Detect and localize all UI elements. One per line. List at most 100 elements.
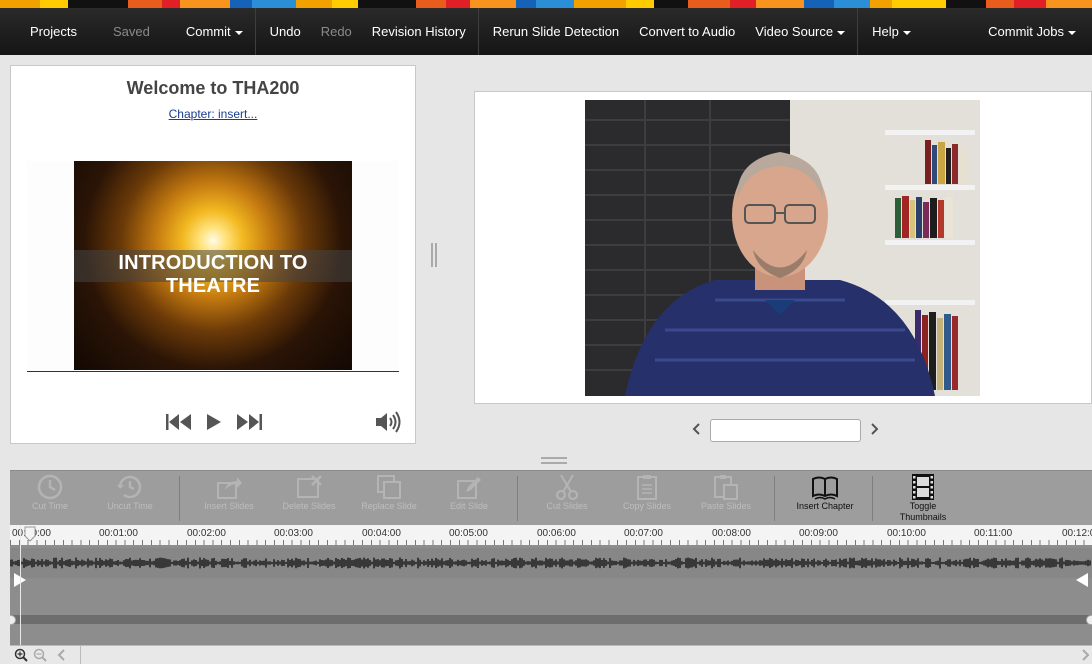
video-preview-panel <box>474 91 1092 404</box>
nav-redo[interactable]: Redo <box>311 8 362 55</box>
nav-video-source-menu[interactable]: Video Source <box>745 8 855 55</box>
nav-commit-menu[interactable]: Commit <box>176 8 253 55</box>
nav-help-menu[interactable]: Help <box>862 8 921 55</box>
stripe-segment <box>416 0 446 8</box>
paste-icon <box>712 473 740 501</box>
stripe-segment <box>834 0 870 8</box>
share-icon <box>215 473 243 501</box>
slide-viewport: INTRODUCTION TO THEATRE <box>27 161 399 372</box>
top-navbar: Projects Saved Commit Undo Redo Revision… <box>0 8 1092 55</box>
toolbar-divider <box>179 476 180 521</box>
stripe-segment <box>358 0 416 8</box>
zoom-in-icon[interactable] <box>14 648 28 662</box>
caret-down-icon <box>235 31 243 35</box>
stripe-segment <box>536 0 574 8</box>
chevron-left-icon <box>692 423 700 435</box>
tick-label: 00:09:00 <box>799 528 838 539</box>
playhead-handle-icon[interactable] <box>24 526 36 542</box>
toggle-thumbnails-button[interactable]: Toggle Thumbnails <box>888 473 958 523</box>
next-slide-button[interactable] <box>869 422 881 439</box>
stripe-segment <box>128 0 162 8</box>
stripe-segment <box>870 0 892 8</box>
tick-label: 00:10:00 <box>887 528 926 539</box>
slide-track <box>10 615 1092 624</box>
paste-slides-button[interactable]: Paste Slides <box>691 473 761 512</box>
stripe-segment <box>756 0 804 8</box>
tick-label: 00:07:00 <box>624 528 663 539</box>
stripe-segment <box>40 0 68 8</box>
scissors-icon <box>553 473 581 501</box>
toggle-thumbnails-label: Toggle Thumbnails <box>900 501 947 522</box>
stripe-segment <box>446 0 470 8</box>
nav-rerun-slide-detection[interactable]: Rerun Slide Detection <box>483 8 629 55</box>
panel-resize-handle[interactable] <box>431 243 437 267</box>
insert-slides-button[interactable]: Insert Slides <box>194 473 264 512</box>
volume-icon[interactable] <box>375 410 401 439</box>
tick-label: 00:04:00 <box>362 528 401 539</box>
timeline-track-area[interactable] <box>10 545 1092 645</box>
end-marker-icon[interactable] <box>1075 572 1089 588</box>
timeline-zoom-bar <box>10 645 1092 664</box>
prev-slide-button[interactable] <box>690 422 702 439</box>
skip-forward-icon[interactable] <box>236 413 262 436</box>
edit-slide-button[interactable]: Edit Slide <box>434 473 504 512</box>
tick-label: 00:03:00 <box>274 528 313 539</box>
stripe-segment <box>68 0 128 8</box>
slide-navigator <box>690 419 881 442</box>
nav-commit-label: Commit <box>186 24 231 39</box>
nav-commit-jobs-menu[interactable]: Commit Jobs <box>978 8 1086 55</box>
audio-waveform <box>10 548 1092 578</box>
video-frame[interactable] <box>585 100 980 396</box>
stripe-segment <box>1046 0 1092 8</box>
film-icon <box>909 473 937 501</box>
insert-chapter-button[interactable]: Insert Chapter <box>790 473 860 512</box>
replace-slide-label: Replace Slide <box>361 501 417 511</box>
nav-convert-to-audio[interactable]: Convert to Audio <box>629 8 745 55</box>
tick-label: 00:11:00 <box>974 528 1012 539</box>
timeline-ruler[interactable]: 00:00:00 00:01:00 00:02:00 00:03:00 00:0… <box>10 525 1092 545</box>
timeline-resize-handle[interactable] <box>541 457 567 465</box>
replace-slide-button[interactable]: Replace Slide <box>354 473 424 512</box>
timeline-toolbar: Cut Time Uncut Time Insert Slides Delete… <box>10 470 1092 526</box>
nav-divider <box>478 8 479 55</box>
tick-label: 00:05:00 <box>449 528 488 539</box>
copy-slides-label: Copy Slides <box>623 501 671 511</box>
track-end-handle-icon[interactable] <box>1086 614 1092 626</box>
tick-label: 00:06:00 <box>537 528 576 539</box>
playhead[interactable] <box>20 525 21 645</box>
tick-label: 00:08:00 <box>712 528 751 539</box>
scroll-right-icon[interactable] <box>1082 649 1090 661</box>
nav-projects[interactable]: Projects <box>20 8 87 55</box>
nav-commit-jobs-label: Commit Jobs <box>988 24 1064 39</box>
play-icon[interactable] <box>206 413 222 436</box>
slide-number-input[interactable] <box>710 419 861 442</box>
stripe-segment <box>730 0 756 8</box>
nav-saved-status: Saved <box>103 8 160 55</box>
tick-label: 00:12:0 <box>1062 528 1092 539</box>
skip-back-icon[interactable] <box>166 413 192 436</box>
stripe-segment <box>804 0 834 8</box>
track-start-handle-icon[interactable] <box>10 614 16 626</box>
delete-slides-button[interactable]: Delete Slides <box>274 473 344 512</box>
insert-chapter-label: Insert Chapter <box>796 501 853 511</box>
nav-video-source-label: Video Source <box>755 24 833 39</box>
stripe-segment <box>470 0 516 8</box>
zoom-out-icon[interactable] <box>33 648 47 662</box>
nav-divider <box>255 8 256 55</box>
nav-undo[interactable]: Undo <box>260 8 311 55</box>
stripe-segment <box>296 0 332 8</box>
copy-slides-button[interactable]: Copy Slides <box>612 473 682 512</box>
toolbar-divider <box>517 476 518 521</box>
nav-revision-history[interactable]: Revision History <box>362 8 476 55</box>
stripe-segment <box>230 0 252 8</box>
scroll-left-icon[interactable] <box>57 649 65 661</box>
paste-slides-label: Paste Slides <box>701 501 751 511</box>
slide-preview-panel: Welcome to THA200 Chapter: insert... INT… <box>10 65 416 444</box>
cut-slides-button[interactable]: Cut Slides <box>532 473 602 512</box>
uncut-time-button[interactable]: Uncut Time <box>95 473 165 512</box>
nav-help-label: Help <box>872 24 899 39</box>
cut-time-button[interactable]: Cut Time <box>15 473 85 512</box>
chapter-insert-link[interactable]: Chapter: insert... <box>11 107 415 121</box>
copy-icon <box>375 473 403 501</box>
clipboard-icon <box>633 473 661 501</box>
